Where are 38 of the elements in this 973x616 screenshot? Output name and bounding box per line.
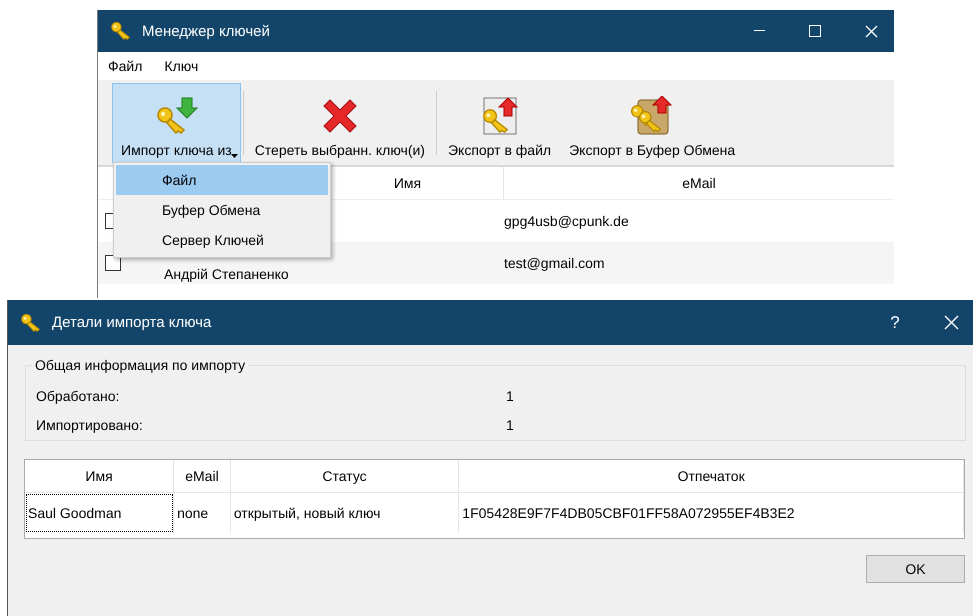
dialog-title: Детали импорта ключа — [52, 314, 212, 331]
table-cell: открытый, новый ключ — [230, 492, 459, 533]
table-cell-text: test@gmail.com — [504, 255, 606, 271]
key-icon — [110, 21, 132, 41]
summary-value: 1 — [506, 417, 515, 434]
toolbar-button[interactable]: Стереть выбранн. ключ(и) — [246, 83, 434, 163]
menu-item[interactable]: Сервер Ключей — [116, 225, 328, 255]
column-header[interactable]: eMail — [504, 167, 894, 199]
column-header[interactable]: Отпечаток — [678, 468, 745, 484]
summary-label: Импортировано: — [36, 417, 144, 434]
minimize-icon — [754, 30, 764, 32]
checkbox[interactable] — [105, 255, 121, 271]
column-header[interactable]: Статус — [322, 468, 367, 484]
summary-value: 1 — [506, 388, 515, 405]
menu-item[interactable]: Файл — [116, 165, 328, 195]
maximize-icon — [809, 25, 821, 37]
help-button[interactable]: ? — [872, 302, 918, 344]
summary-label: Обработано: — [36, 388, 120, 405]
table-cell: none — [174, 492, 230, 533]
ok-button[interactable]: OK — [866, 555, 965, 583]
toolbar-button[interactable]: Импорт ключа из — [112, 83, 241, 163]
table-cell-text: gpg4usb@cpunk.de — [504, 213, 630, 229]
menu-item[interactable]: Ключ — [164, 58, 198, 74]
group-title: Общая информация по импорту — [32, 357, 248, 373]
table-cell: 1F05428E9F7F4DB05CBF01FF58A072955EF4B3E2 — [458, 492, 964, 533]
table-cell: Saul Goodman — [25, 492, 174, 533]
table-cell-text: Андрій Степаненко — [163, 266, 290, 284]
key-icon — [20, 312, 42, 332]
keys-clipboard-icon — [630, 96, 674, 136]
close-icon — [944, 315, 958, 330]
column-header[interactable]: Имя — [85, 468, 113, 484]
column-header[interactable]: eMail — [185, 468, 219, 484]
caret-icon — [230, 154, 238, 158]
toolbar-button[interactable]: Экспорт в Буфер Обмена — [560, 83, 744, 163]
toolbar-button[interactable]: Экспорт в файл — [438, 83, 560, 163]
close-icon — [864, 24, 878, 38]
window-title: Менеджер ключей — [142, 22, 271, 40]
menu-item[interactable]: Файл — [108, 58, 142, 74]
